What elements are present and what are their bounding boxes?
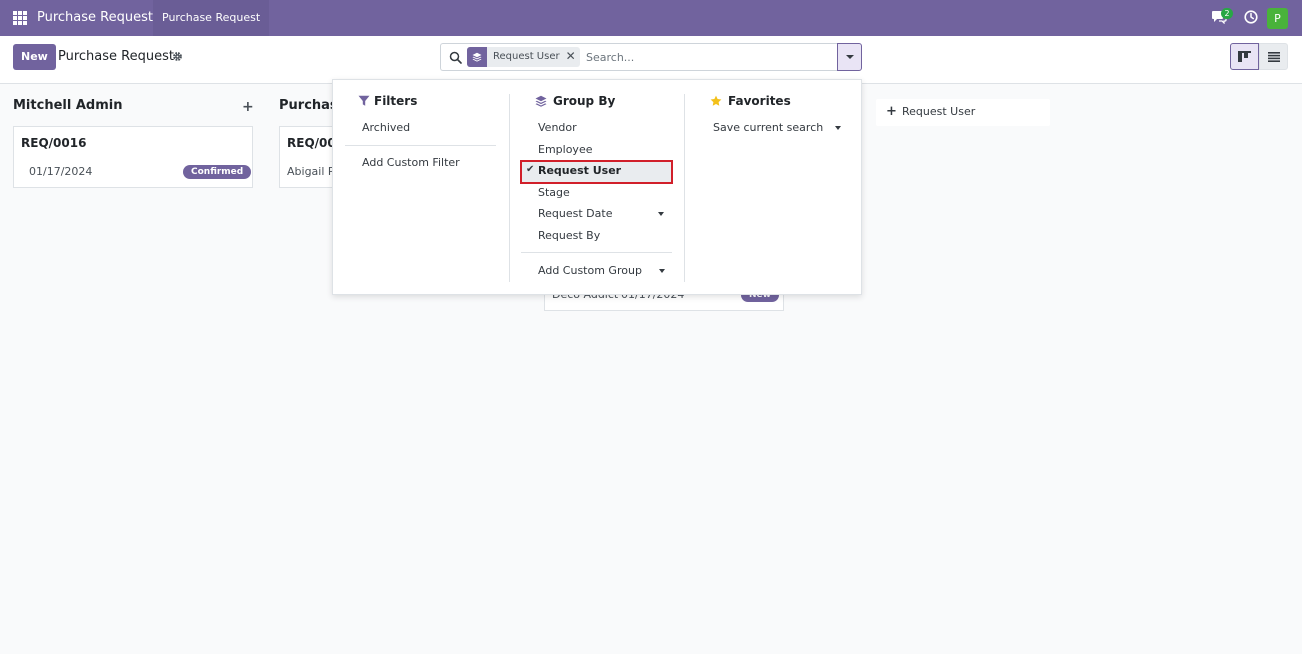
search-options-toggle[interactable] xyxy=(837,43,862,71)
star-icon xyxy=(710,95,722,106)
control-panel: New Purchase Request Request User ✕ xyxy=(0,36,1302,84)
kanban-card[interactable]: REQ/0016 01/17/2024 Confirmed xyxy=(13,126,253,188)
column-divider xyxy=(509,94,510,282)
plus-icon: + xyxy=(886,104,897,119)
caret-down-icon[interactable] xyxy=(835,126,841,130)
filters-divider xyxy=(345,145,496,146)
app-name[interactable]: Purchase Request xyxy=(37,10,153,25)
layers-icon xyxy=(467,47,487,67)
caret-down-icon[interactable] xyxy=(659,269,665,273)
group-by-heading: Group By xyxy=(553,94,616,108)
filter-icon xyxy=(358,95,370,106)
facet-label: Request User xyxy=(493,51,560,62)
column-quick-add-icon[interactable]: + xyxy=(242,99,254,115)
group-by-request-by[interactable]: Request By xyxy=(538,229,600,242)
caret-down-icon[interactable] xyxy=(658,212,664,216)
group-by-request-date[interactable]: Request Date xyxy=(538,207,612,220)
apps-menu-icon[interactable] xyxy=(13,11,27,25)
filters-heading: Filters xyxy=(374,94,418,108)
add-custom-filter[interactable]: Add Custom Filter xyxy=(362,156,460,169)
layers-icon xyxy=(535,95,547,107)
search-input[interactable] xyxy=(586,48,826,66)
card-date: 01/17/2024 xyxy=(29,165,93,178)
list-icon xyxy=(1267,51,1280,62)
chat-count-badge: 2 xyxy=(1221,8,1233,19)
clock-icon[interactable] xyxy=(1244,10,1258,24)
search-icon xyxy=(449,51,462,64)
add-column-label: Request User xyxy=(902,105,976,118)
kanban-view-button[interactable] xyxy=(1230,43,1259,70)
gear-icon[interactable] xyxy=(172,51,183,62)
status-badge: Confirmed xyxy=(183,165,252,179)
group-by-request-user[interactable]: Request User xyxy=(538,164,621,177)
nav-menu-purchase-request[interactable]: Purchase Request xyxy=(153,0,270,36)
add-custom-group[interactable]: Add Custom Group xyxy=(538,264,642,277)
search-facet: Request User ✕ xyxy=(467,47,580,67)
page-title: Purchase Request xyxy=(58,49,174,64)
group-by-vendor[interactable]: Vendor xyxy=(538,121,577,134)
save-current-search[interactable]: Save current search xyxy=(713,121,823,134)
new-button[interactable]: New xyxy=(13,44,56,70)
caret-down-icon xyxy=(845,55,854,59)
column-divider xyxy=(684,94,685,282)
top-navbar: Purchase Request Purchase Request 2 P xyxy=(0,0,1302,36)
filter-archived[interactable]: Archived xyxy=(362,121,410,134)
search-bar: Request User ✕ xyxy=(440,43,838,71)
kanban-icon xyxy=(1238,51,1251,62)
group-by-employee[interactable]: Employee xyxy=(538,143,592,156)
user-avatar[interactable]: P xyxy=(1267,8,1288,29)
search-options-dropdown: Filters Archived Add Custom Filter Group… xyxy=(332,79,862,295)
add-column-button[interactable]: + Request User xyxy=(876,99,1050,126)
remove-facet-icon[interactable]: ✕ xyxy=(566,47,580,67)
group-by-stage[interactable]: Stage xyxy=(538,186,570,199)
favorites-heading: Favorites xyxy=(728,94,791,108)
list-view-button[interactable] xyxy=(1259,43,1288,70)
column-title-mitchell-admin: Mitchell Admin xyxy=(13,98,123,113)
card-reference: REQ/0016 xyxy=(21,136,87,150)
checkmark-icon: ✔ xyxy=(526,164,535,175)
group-by-divider xyxy=(521,252,672,253)
